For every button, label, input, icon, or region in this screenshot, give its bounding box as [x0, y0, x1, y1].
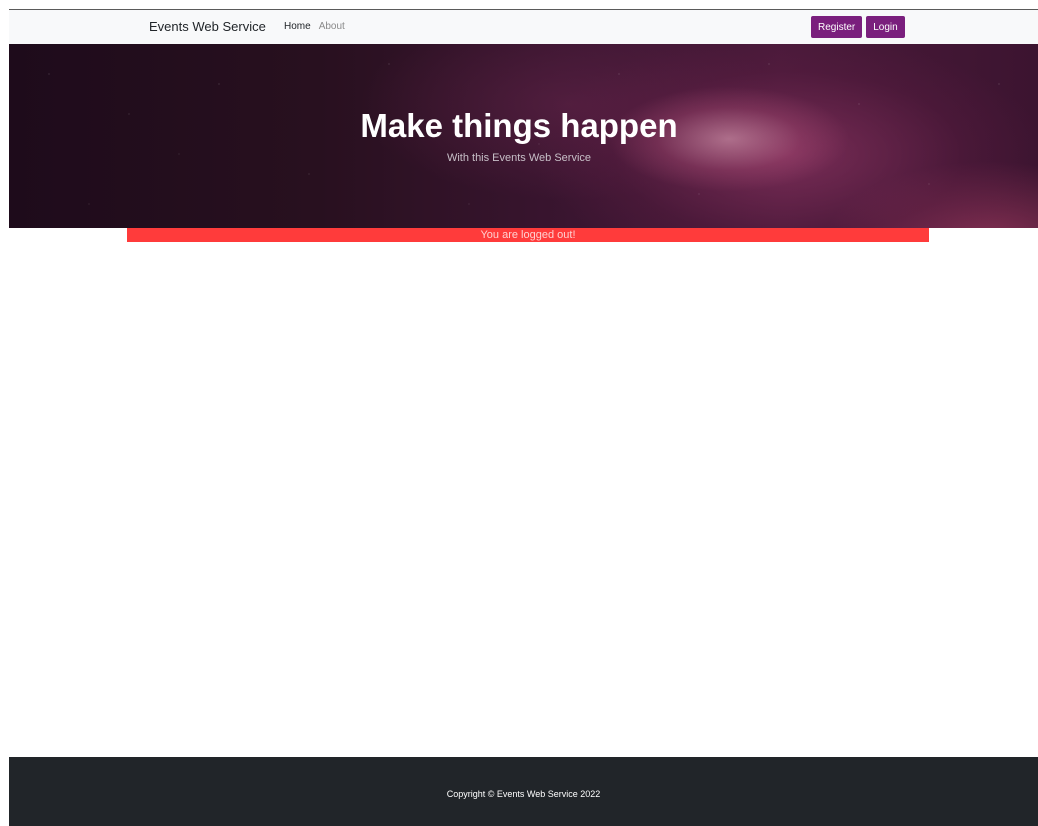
hero-banner: Make things happen With this Events Web …	[9, 44, 1038, 228]
page: Events Web Service Home About Register L…	[0, 0, 1038, 826]
navbar: Events Web Service Home About Register L…	[9, 10, 1038, 44]
brand-link[interactable]: Events Web Service	[149, 19, 266, 34]
hero-subtitle: With this Events Web Service	[446, 152, 592, 164]
register-button[interactable]: Register	[811, 16, 863, 38]
login-button[interactable]: Login	[866, 16, 905, 38]
footer-copyright: Copyright © Events Web Service 2022	[446, 789, 601, 799]
nav-actions: Register Login	[811, 16, 905, 38]
nav-link-home[interactable]: Home	[284, 21, 311, 32]
hero-title: Make things happen	[360, 107, 678, 144]
logged-out-alert: You are logged out!	[127, 228, 929, 242]
nav-link-about[interactable]: About	[319, 21, 345, 32]
footer: Copyright © Events Web Service 2022	[9, 757, 1038, 826]
nav-links: Home About	[284, 21, 345, 32]
